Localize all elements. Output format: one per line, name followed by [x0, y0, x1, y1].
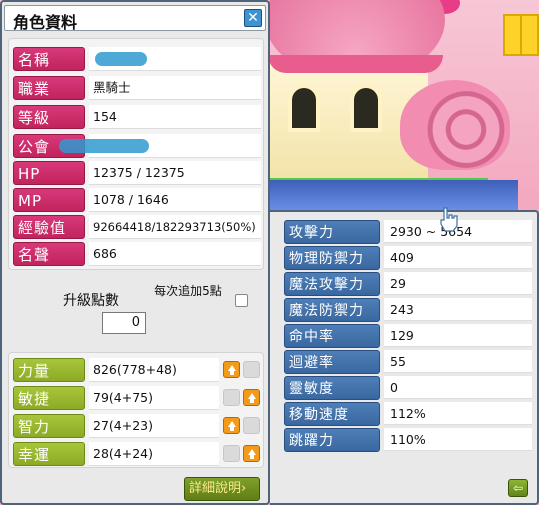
- luk-up-icon[interactable]: [243, 445, 260, 462]
- luk-up-button: [223, 445, 240, 462]
- info-value: 12375 / 12375: [89, 161, 261, 185]
- detail-value: 243: [384, 298, 532, 321]
- info-value: 1078 / 1646: [89, 188, 261, 212]
- stat-label: 幸運: [13, 442, 85, 466]
- detail-row-mdef: 魔法防禦力 243: [284, 298, 532, 322]
- hand-cursor-icon: [440, 207, 458, 232]
- background-window: [350, 84, 382, 132]
- info-label: 等級: [13, 105, 85, 129]
- str-up-icon[interactable]: [223, 361, 240, 378]
- detail-button[interactable]: 詳細說明›: [184, 477, 260, 501]
- info-label: 經驗值: [13, 215, 85, 239]
- stat-value: 79(4+75): [89, 386, 219, 410]
- detail-row-accuracy: 命中率 129: [284, 324, 532, 348]
- detail-label: 命中率: [284, 324, 380, 348]
- back-arrow-icon[interactable]: ⇦: [508, 479, 528, 497]
- auto-add-label: 每次追加5點: [154, 284, 222, 298]
- background-blocks: [503, 14, 539, 56]
- detail-label: 靈敏度: [284, 376, 380, 400]
- info-value: 黑騎士: [89, 76, 261, 100]
- int-up-icon[interactable]: [223, 417, 240, 434]
- detail-button-label: 詳細說明: [189, 481, 242, 496]
- info-value: 154: [89, 105, 261, 129]
- info-label: 名稱: [13, 47, 85, 71]
- detail-label: 魔法攻擊力: [284, 272, 380, 296]
- ap-label: 升級點數: [63, 293, 119, 309]
- detail-row-attack: 攻擊力 2930 ~ 5654: [284, 220, 532, 244]
- detail-value: 112%: [384, 402, 532, 425]
- stat-value: 28(4+24): [89, 442, 219, 466]
- info-row-mp: MP 1078 / 1646: [13, 188, 261, 212]
- character-info-window: 角色資料 ✕ 名稱 職業 黑騎士 等級 154 公會 HP 12375 / 12…: [0, 0, 270, 505]
- detail-stats-window: 攻擊力 2930 ~ 5654 物理防禦力 409 魔法攻擊力 29 魔法防禦力…: [270, 210, 539, 505]
- info-row-level: 等級 154: [13, 105, 261, 129]
- detail-label: 魔法防禦力: [284, 298, 380, 322]
- stat-label: 智力: [13, 414, 85, 438]
- detail-label: 迴避率: [284, 350, 380, 374]
- close-icon[interactable]: ✕: [244, 9, 262, 27]
- info-label: HP: [13, 161, 85, 185]
- stat-value: 27(4+23): [89, 414, 219, 438]
- background-base: [268, 180, 518, 210]
- detail-label: 跳躍力: [284, 428, 380, 452]
- detail-row-speed: 移動速度 112%: [284, 402, 532, 426]
- info-row-name: 名稱: [13, 47, 261, 71]
- info-value-guild: [59, 134, 261, 158]
- info-row-exp: 經驗值 92664418/182293713(50%): [13, 215, 261, 239]
- detail-row-hands: 靈敏度 0: [284, 376, 532, 400]
- stats-panel: 力量 826(778+48) 敏捷 79(4+75) 智力 27(4+23) 幸…: [8, 352, 264, 468]
- info-row-job: 職業 黑騎士: [13, 76, 261, 100]
- info-label: 名聲: [13, 242, 85, 266]
- chevron-right-icon: ›: [241, 481, 247, 496]
- ap-value: 0: [102, 312, 146, 334]
- detail-value: 55: [384, 350, 532, 373]
- background-roof: [268, 55, 443, 73]
- redacted-guild: [59, 139, 149, 153]
- detail-value: 0: [384, 376, 532, 399]
- background-window: [288, 84, 320, 132]
- int-alt-button: [243, 417, 260, 434]
- detail-row-matk: 魔法攻擊力 29: [284, 272, 532, 296]
- detail-value: 110%: [384, 428, 532, 451]
- basic-info-panel: 名稱 職業 黑騎士 等級 154 公會 HP 12375 / 12375 MP …: [8, 38, 264, 270]
- info-value: 92664418/182293713(50%): [89, 215, 261, 239]
- detail-value: 129: [384, 324, 532, 347]
- detail-value: 409: [384, 246, 532, 269]
- stat-label: 力量: [13, 358, 85, 382]
- info-row-hp: HP 12375 / 12375: [13, 161, 261, 185]
- detail-row-avoid: 迴避率 55: [284, 350, 532, 374]
- info-label: MP: [13, 188, 85, 212]
- ability-points-panel: 升級點數 0 每次追加5點: [8, 278, 264, 340]
- stat-row-luk: 幸運 28(4+24): [13, 442, 261, 466]
- str-alt-button: [243, 361, 260, 378]
- stat-row-str: 力量 826(778+48): [13, 358, 261, 382]
- auto-add-checkbox[interactable]: [235, 294, 248, 307]
- detail-label: 攻擊力: [284, 220, 380, 244]
- window-title-bar[interactable]: 角色資料 ✕: [4, 5, 266, 32]
- window-title: 角色資料: [13, 13, 78, 32]
- stat-row-int: 智力 27(4+23): [13, 414, 261, 438]
- dex-up-icon[interactable]: [243, 389, 260, 406]
- detail-row-wdef: 物理防禦力 409: [284, 246, 532, 270]
- detail-value: 29: [384, 272, 532, 295]
- info-value: 686: [89, 242, 261, 266]
- detail-label: 物理防禦力: [284, 246, 380, 270]
- stat-label: 敏捷: [13, 386, 85, 410]
- detail-row-jump: 跳躍力 110%: [284, 428, 532, 452]
- detail-label: 移動速度: [284, 402, 380, 426]
- info-label: 職業: [13, 76, 85, 100]
- background-swirl: [400, 80, 510, 170]
- info-value-name: [89, 47, 261, 71]
- info-row-fame: 名聲 686: [13, 242, 261, 266]
- dex-up-button: [223, 389, 240, 406]
- detail-stats-panel: 攻擊力 2930 ~ 5654 物理防禦力 409 魔法攻擊力 29 魔法防禦力…: [280, 220, 532, 470]
- redacted-name: [95, 52, 147, 66]
- stat-value: 826(778+48): [89, 358, 219, 382]
- info-row-guild: 公會: [13, 134, 261, 158]
- stat-row-dex: 敏捷 79(4+75): [13, 386, 261, 410]
